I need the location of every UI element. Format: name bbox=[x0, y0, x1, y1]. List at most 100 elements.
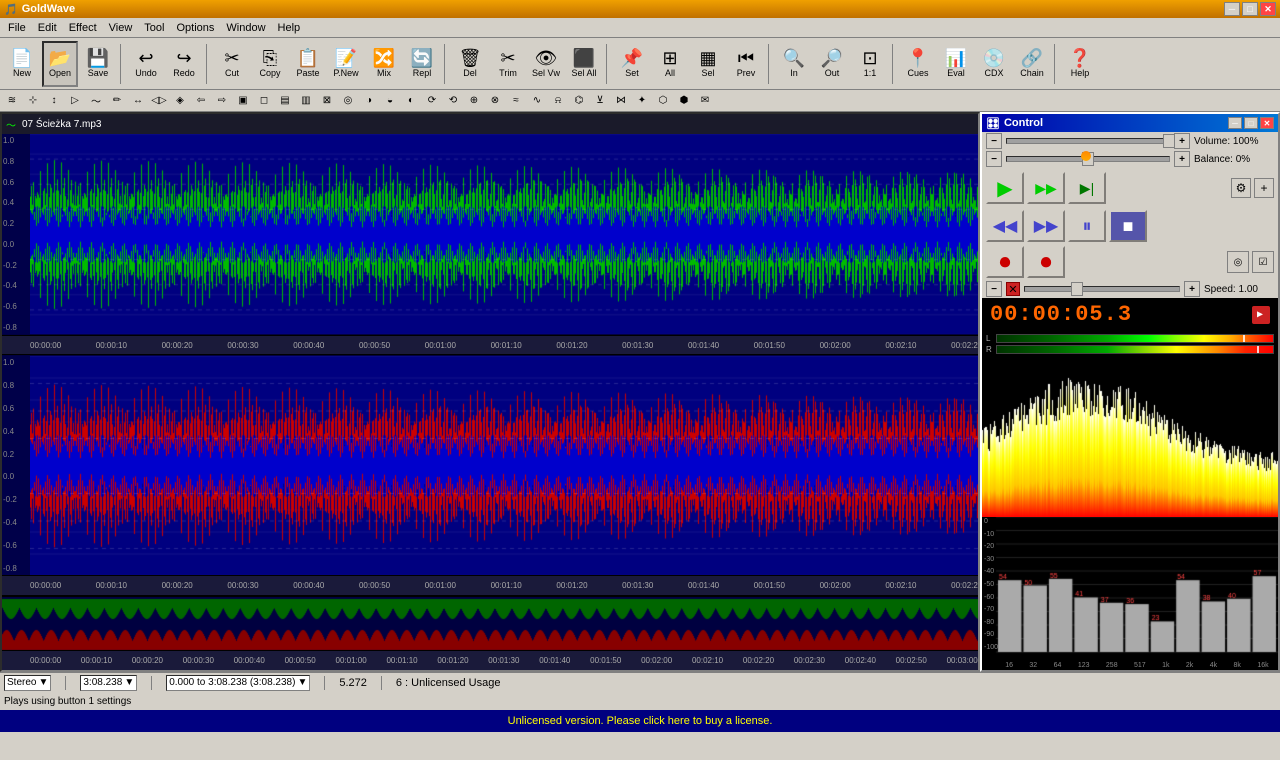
all-button[interactable]: ⊞ All bbox=[652, 41, 688, 87]
zoom-11-button[interactable]: ⊡ 1:1 bbox=[852, 41, 888, 87]
pause-button[interactable]: ⏸ bbox=[1068, 210, 1106, 242]
bottom-waveform[interactable]: 1.00.80.60.40.20.0-0.2-0.4-0.6-0.8 bbox=[2, 355, 978, 575]
minimize-button[interactable]: ─ bbox=[1224, 2, 1240, 16]
tb2-cursor[interactable]: ↕ bbox=[44, 92, 64, 110]
sel-button[interactable]: ▦ Sel bbox=[690, 41, 726, 87]
channel-dropdown[interactable]: Stereo ▼ bbox=[4, 675, 51, 691]
tb2-mark[interactable]: ◈ bbox=[170, 92, 190, 110]
redo-button[interactable]: ↪ Redo bbox=[166, 41, 202, 87]
cdx-button[interactable]: 💿 CDX bbox=[976, 41, 1012, 87]
play-end-button[interactable]: ▶| bbox=[1068, 172, 1106, 204]
tb2-pencil[interactable]: ✏ bbox=[107, 92, 127, 110]
record2-button[interactable]: ⏺ bbox=[1027, 246, 1065, 278]
menu-effect[interactable]: Effect bbox=[63, 20, 103, 36]
tb2-b8[interactable]: ◒ bbox=[380, 92, 400, 110]
license-bar[interactable]: Unlicensed version. Please click here to… bbox=[0, 710, 1280, 732]
tb2-b16[interactable]: ⍾ bbox=[548, 92, 568, 110]
menu-help[interactable]: Help bbox=[272, 20, 307, 36]
tb2-b20[interactable]: ✦ bbox=[632, 92, 652, 110]
close-button[interactable]: ✕ bbox=[1260, 2, 1276, 16]
monitor-btn[interactable]: ◎ bbox=[1227, 251, 1249, 273]
paste-button[interactable]: 📋 Paste bbox=[290, 41, 326, 87]
tb2-b2[interactable]: ◻ bbox=[254, 92, 274, 110]
del-button[interactable]: 🗑 Del bbox=[452, 41, 488, 87]
tb2-b12[interactable]: ⊕ bbox=[464, 92, 484, 110]
set-button[interactable]: 📌 Set bbox=[614, 41, 650, 87]
tb2-select[interactable]: ⊹ bbox=[23, 92, 43, 110]
maximize-button[interactable]: □ bbox=[1242, 2, 1258, 16]
prev-button[interactable]: ⏮ Prev bbox=[728, 41, 764, 87]
tb2-b6[interactable]: ◎ bbox=[338, 92, 358, 110]
volume-thumb[interactable] bbox=[1163, 134, 1175, 148]
zoom-out-button[interactable]: 🔎 Out bbox=[814, 41, 850, 87]
tb2-b23[interactable]: ✉ bbox=[695, 92, 715, 110]
forward-button[interactable]: ▶▶ bbox=[1027, 210, 1065, 242]
balance-slider[interactable] bbox=[1006, 156, 1170, 162]
menu-edit[interactable]: Edit bbox=[32, 20, 63, 36]
tb2-b13[interactable]: ⊗ bbox=[485, 92, 505, 110]
balance-plus[interactable]: + bbox=[1174, 151, 1190, 167]
mix-button[interactable]: 🔀 Mix bbox=[366, 41, 402, 87]
zoom-in-button[interactable]: 🔍 In bbox=[776, 41, 812, 87]
volume-slider[interactable] bbox=[1006, 138, 1170, 144]
time-icon-btn[interactable]: ▶ bbox=[1252, 306, 1270, 324]
selvw-button[interactable]: 👁 Sel Vw bbox=[528, 41, 564, 87]
tb2-b19[interactable]: ⋈ bbox=[611, 92, 631, 110]
control-close[interactable]: ✕ bbox=[1260, 117, 1274, 129]
tb2-b5[interactable]: ⊠ bbox=[317, 92, 337, 110]
volume-minus[interactable]: − bbox=[986, 133, 1002, 149]
open-button[interactable]: 📂 Open bbox=[42, 41, 78, 87]
speed-slider[interactable] bbox=[1024, 286, 1180, 292]
tb2-b3[interactable]: ▤ bbox=[275, 92, 295, 110]
play-button[interactable]: ▶ bbox=[986, 172, 1024, 204]
speed-plus[interactable]: + bbox=[1184, 281, 1200, 297]
help-button[interactable]: ❓ Help bbox=[1062, 41, 1098, 87]
tb2-b21[interactable]: ⬡ bbox=[653, 92, 673, 110]
tb2-b10[interactable]: ⟳ bbox=[422, 92, 442, 110]
new-button[interactable]: 📄 New bbox=[4, 41, 40, 87]
tb2-b15[interactable]: ∿ bbox=[527, 92, 547, 110]
settings-button[interactable]: ⚙ bbox=[1231, 178, 1251, 198]
cut-button[interactable]: ✂ Cut bbox=[214, 41, 250, 87]
control-maximize[interactable]: □ bbox=[1244, 117, 1258, 129]
eval-button[interactable]: 📊 Eval bbox=[938, 41, 974, 87]
trim-button[interactable]: ✂ Trim bbox=[490, 41, 526, 87]
tb2-b17[interactable]: ⌬ bbox=[569, 92, 589, 110]
balance-thumb[interactable] bbox=[1082, 152, 1094, 166]
menu-file[interactable]: File bbox=[2, 20, 32, 36]
selection-dropdown[interactable]: 0.000 to 3:08.238 (3:08.238) ▼ bbox=[166, 675, 310, 691]
chain-button[interactable]: 🔗 Chain bbox=[1014, 41, 1050, 87]
speed-minus[interactable]: − bbox=[986, 281, 1002, 297]
save-button[interactable]: 💾 Save bbox=[80, 41, 116, 87]
tb2-b9[interactable]: ◐ bbox=[401, 92, 421, 110]
control-minimize[interactable]: ─ bbox=[1228, 117, 1242, 129]
overview-strip[interactable] bbox=[2, 595, 978, 650]
top-waveform[interactable]: 1.00.80.60.40.20.0-0.2-0.4-0.6-0.8 bbox=[2, 134, 978, 335]
tb2-b14[interactable]: ≈ bbox=[506, 92, 526, 110]
tb2-stretch[interactable]: ↔ bbox=[128, 92, 148, 110]
tb2-nav[interactable]: ⇦ bbox=[191, 92, 211, 110]
speed-thumb[interactable] bbox=[1071, 282, 1083, 296]
plus-button[interactable]: + bbox=[1254, 178, 1274, 198]
balance-minus[interactable]: − bbox=[986, 151, 1002, 167]
tb2-b18[interactable]: ⊻ bbox=[590, 92, 610, 110]
menu-window[interactable]: Window bbox=[220, 20, 271, 36]
tb2-wave[interactable]: 〜 bbox=[86, 92, 106, 110]
speed-stop[interactable]: ✕ bbox=[1006, 282, 1020, 296]
selall-button[interactable]: ⬛ Sel All bbox=[566, 41, 602, 87]
tb2-nav2[interactable]: ⇨ bbox=[212, 92, 232, 110]
menu-options[interactable]: Options bbox=[170, 20, 220, 36]
menu-view[interactable]: View bbox=[103, 20, 139, 36]
tb2-b4[interactable]: ▥ bbox=[296, 92, 316, 110]
tb2-play[interactable]: ▷ bbox=[65, 92, 85, 110]
tb2-b11[interactable]: ⟲ bbox=[443, 92, 463, 110]
cues-button[interactable]: 📍 Cues bbox=[900, 41, 936, 87]
pnew-button[interactable]: 📝 P.New bbox=[328, 41, 364, 87]
record-button[interactable]: ⏺ bbox=[986, 246, 1024, 278]
vst-btn[interactable]: ☑ bbox=[1252, 251, 1274, 273]
repl-button[interactable]: 🔄 Repl bbox=[404, 41, 440, 87]
duration-dropdown[interactable]: 3:08.238 ▼ bbox=[80, 675, 137, 691]
volume-plus[interactable]: + bbox=[1174, 133, 1190, 149]
tb2-scroll[interactable]: ◁▷ bbox=[149, 92, 169, 110]
tb2-b22[interactable]: ⬢ bbox=[674, 92, 694, 110]
